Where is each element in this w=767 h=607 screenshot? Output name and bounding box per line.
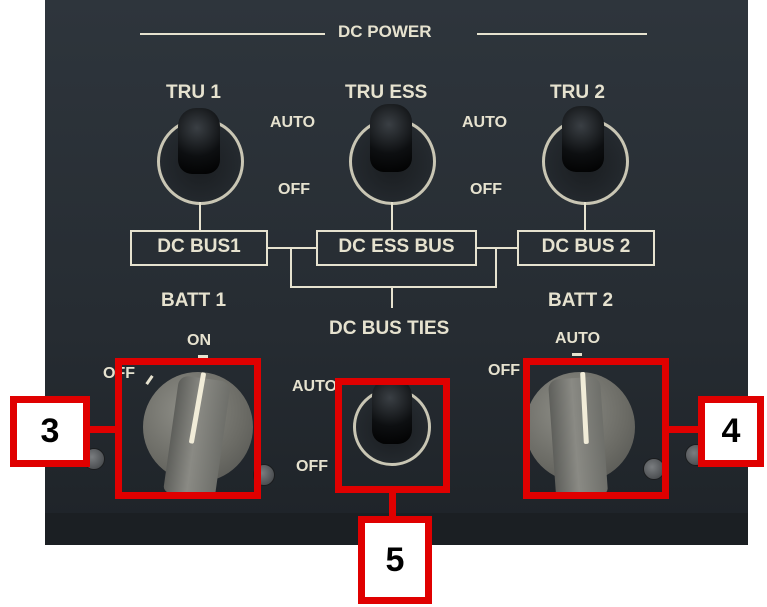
callout-3: 3 [10,396,90,467]
callout4-connector [667,426,701,433]
ess-bus2-link [477,247,517,249]
off-label-right: OFF [470,181,502,198]
auto-label-left: AUTO [270,114,316,131]
batt1-highlight [115,358,261,499]
batt2-auto-tick [572,353,582,356]
batt1-label: BATT 1 [161,290,227,311]
callout3-connector [88,426,118,433]
tie-horizontal [290,286,497,288]
panel-title: DC POWER [338,22,432,41]
ties-auto-label: AUTO [292,378,338,395]
callout5-connector [389,491,396,518]
tie-center-line [391,286,393,308]
tru-ess-toggle-switch[interactable] [370,104,412,172]
tru2-bus-line [584,202,586,230]
dc-bus1-box: DC BUS1 [130,230,268,266]
title-rule-left [140,33,325,35]
dc-ess-bus-box: DC ESS BUS [316,230,477,266]
batt2-auto-label: AUTO [555,330,601,347]
tru-ess-label: TRU ESS [345,82,428,103]
dc-bus-ties-label: DC BUS TIES [329,318,450,339]
dc-bus2-box: DC BUS 2 [517,230,655,266]
bus1-ess-link [268,247,316,249]
ties-off-label: OFF [296,458,328,475]
tie-drop-right [495,247,497,287]
batt2-off-label: OFF [488,362,520,379]
tru2-label: TRU 2 [550,82,605,103]
batt2-label: BATT 2 [548,290,614,311]
tru1-toggle-switch[interactable] [178,108,220,174]
tie-drop-left [290,247,292,287]
auto-label-right: AUTO [462,114,508,131]
callout-5: 5 [358,516,432,604]
batt1-on-label: ON [187,332,211,349]
tru1-bus-line [199,202,201,230]
tru2-toggle-switch[interactable] [562,106,604,172]
callout-4: 4 [698,396,764,467]
batt2-highlight [523,358,669,499]
tru-ess-bus-line [391,202,393,230]
off-label-left: OFF [278,181,310,198]
ties-highlight [335,378,450,493]
tru1-label: TRU 1 [166,82,221,103]
title-rule-right [477,33,647,35]
